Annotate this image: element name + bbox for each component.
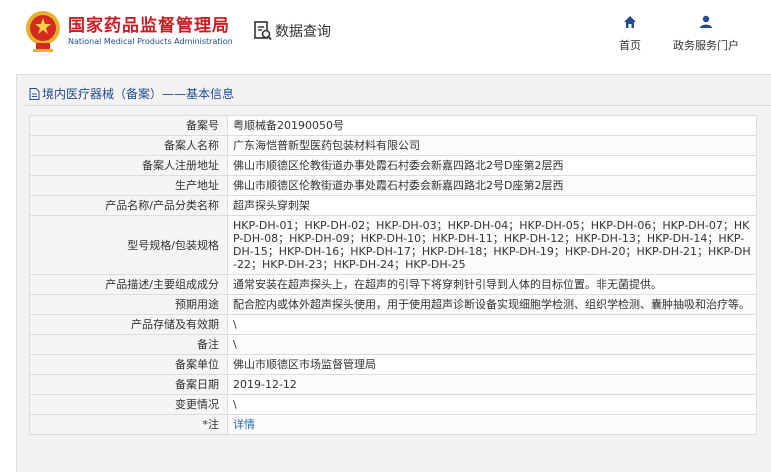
panel-title-text: 境内医疗器械（备案）——基本信息 — [42, 87, 235, 101]
field-label: 备注 — [29, 334, 228, 355]
org-name-cn: 国家药品监督管理局 — [68, 16, 230, 36]
field-value: 佛山市顺德区伦教街道办事处霞石村委会新嘉四路北2号D座第2层西 — [227, 175, 757, 196]
table-row: 备案人名称 广东海恺普新型医药包装材料有限公司 — [29, 135, 757, 156]
table-row: 备案人注册地址 佛山市顺德区伦教街道办事处霞石村委会新嘉四路北2号D座第2层西 — [29, 155, 757, 176]
site-header: 国家药品监督管理局 National Medical Products Admi… — [0, 0, 771, 62]
field-label: 备案号 — [29, 115, 228, 136]
table-row: 变更情况 \ — [29, 394, 757, 415]
nav-service-label: 政务服务门户 — [673, 39, 739, 52]
nav-home[interactable]: 首页 — [612, 14, 648, 53]
field-value: \ — [227, 314, 757, 335]
field-label: 产品存储及有效期 — [29, 314, 228, 335]
user-icon — [700, 15, 712, 28]
panel-divider — [25, 105, 771, 106]
table-row: 型号规格/包装规格 HKP-DH-01；HKP-DH-02；HKP-DH-03；H… — [29, 215, 757, 275]
data-query-label: 数据查询 — [275, 24, 331, 40]
table-row: 产品存储及有效期 \ — [29, 314, 757, 335]
field-value: 详情 — [227, 414, 757, 435]
field-label: 产品描述/主要组成成分 — [29, 274, 228, 295]
org-name-en: National Medical Products Administration — [68, 37, 233, 46]
table-row: 备注 \ — [29, 334, 757, 355]
home-icon — [624, 16, 636, 28]
document-icon — [29, 87, 40, 100]
panel-title: 境内医疗器械（备案）——基本信息 — [29, 85, 234, 102]
nav-service-portal[interactable]: 政务服务门户 — [664, 14, 748, 53]
table-row: 产品描述/主要组成成分 通常安装在超声探头上，在超声的引导下将穿刺针引导到人体的目… — [29, 274, 757, 295]
data-query-icon — [254, 21, 272, 41]
field-label: 生产地址 — [29, 175, 228, 196]
table-row: 备案日期 2019-12-12 — [29, 374, 757, 395]
details-link[interactable]: 详情 — [233, 418, 255, 431]
field-label: 备案人名称 — [29, 135, 228, 156]
field-value: 2019-12-12 — [227, 374, 757, 395]
field-value: 广东海恺普新型医药包装材料有限公司 — [227, 135, 757, 156]
field-label: 变更情况 — [29, 394, 228, 415]
field-value: 超声探头穿刺架 — [227, 195, 757, 216]
field-label: 产品名称/产品分类名称 — [29, 195, 228, 216]
field-value: 粤顺械备20190050号 — [227, 115, 757, 136]
field-label: 备案人注册地址 — [29, 155, 228, 176]
national-emblem-icon — [26, 11, 60, 52]
field-value: 佛山市顺德区伦教街道办事处霞石村委会新嘉四路北2号D座第2层西 — [227, 155, 757, 176]
field-value: \ — [227, 394, 757, 415]
field-label: 预期用途 — [29, 294, 228, 315]
table-row: 生产地址 佛山市顺德区伦教街道办事处霞石村委会新嘉四路北2号D座第2层西 — [29, 175, 757, 196]
record-table: 备案号 粤顺械备20190050号 备案人名称 广东海恺普新型医药包装材料有限公司 … — [29, 115, 757, 435]
field-value: 通常安装在超声探头上，在超声的引导下将穿刺针引导到人体的目标位置。非无菌提供。 — [227, 274, 757, 295]
field-label: 型号规格/包装规格 — [29, 215, 228, 275]
nav-home-label: 首页 — [619, 39, 641, 52]
table-row: *注 详情 — [29, 414, 757, 435]
table-row: 产品名称/产品分类名称 超声探头穿刺架 — [29, 195, 757, 216]
table-row: 预期用途 配合腔内或体外超声探头使用，用于使用超声诊断设备实现细胞学检测、组织学检… — [29, 294, 757, 315]
field-label: 备案日期 — [29, 374, 228, 395]
field-label: *注 — [29, 414, 228, 435]
field-value: 佛山市顺德区市场监督管理局 — [227, 354, 757, 375]
data-query-link[interactable]: 数据查询 — [254, 20, 331, 42]
field-value: HKP-DH-01；HKP-DH-02；HKP-DH-03；HKP-DH-04；… — [227, 215, 757, 275]
field-value: \ — [227, 334, 757, 355]
field-value: 配合腔内或体外超声探头使用，用于使用超声诊断设备实现细胞学检测、组织学检测、囊肿… — [227, 294, 757, 315]
table-row: 备案单位 佛山市顺德区市场监督管理局 — [29, 354, 757, 375]
table-row: 备案号 粤顺械备20190050号 — [29, 115, 757, 136]
field-label: 备案单位 — [29, 354, 228, 375]
